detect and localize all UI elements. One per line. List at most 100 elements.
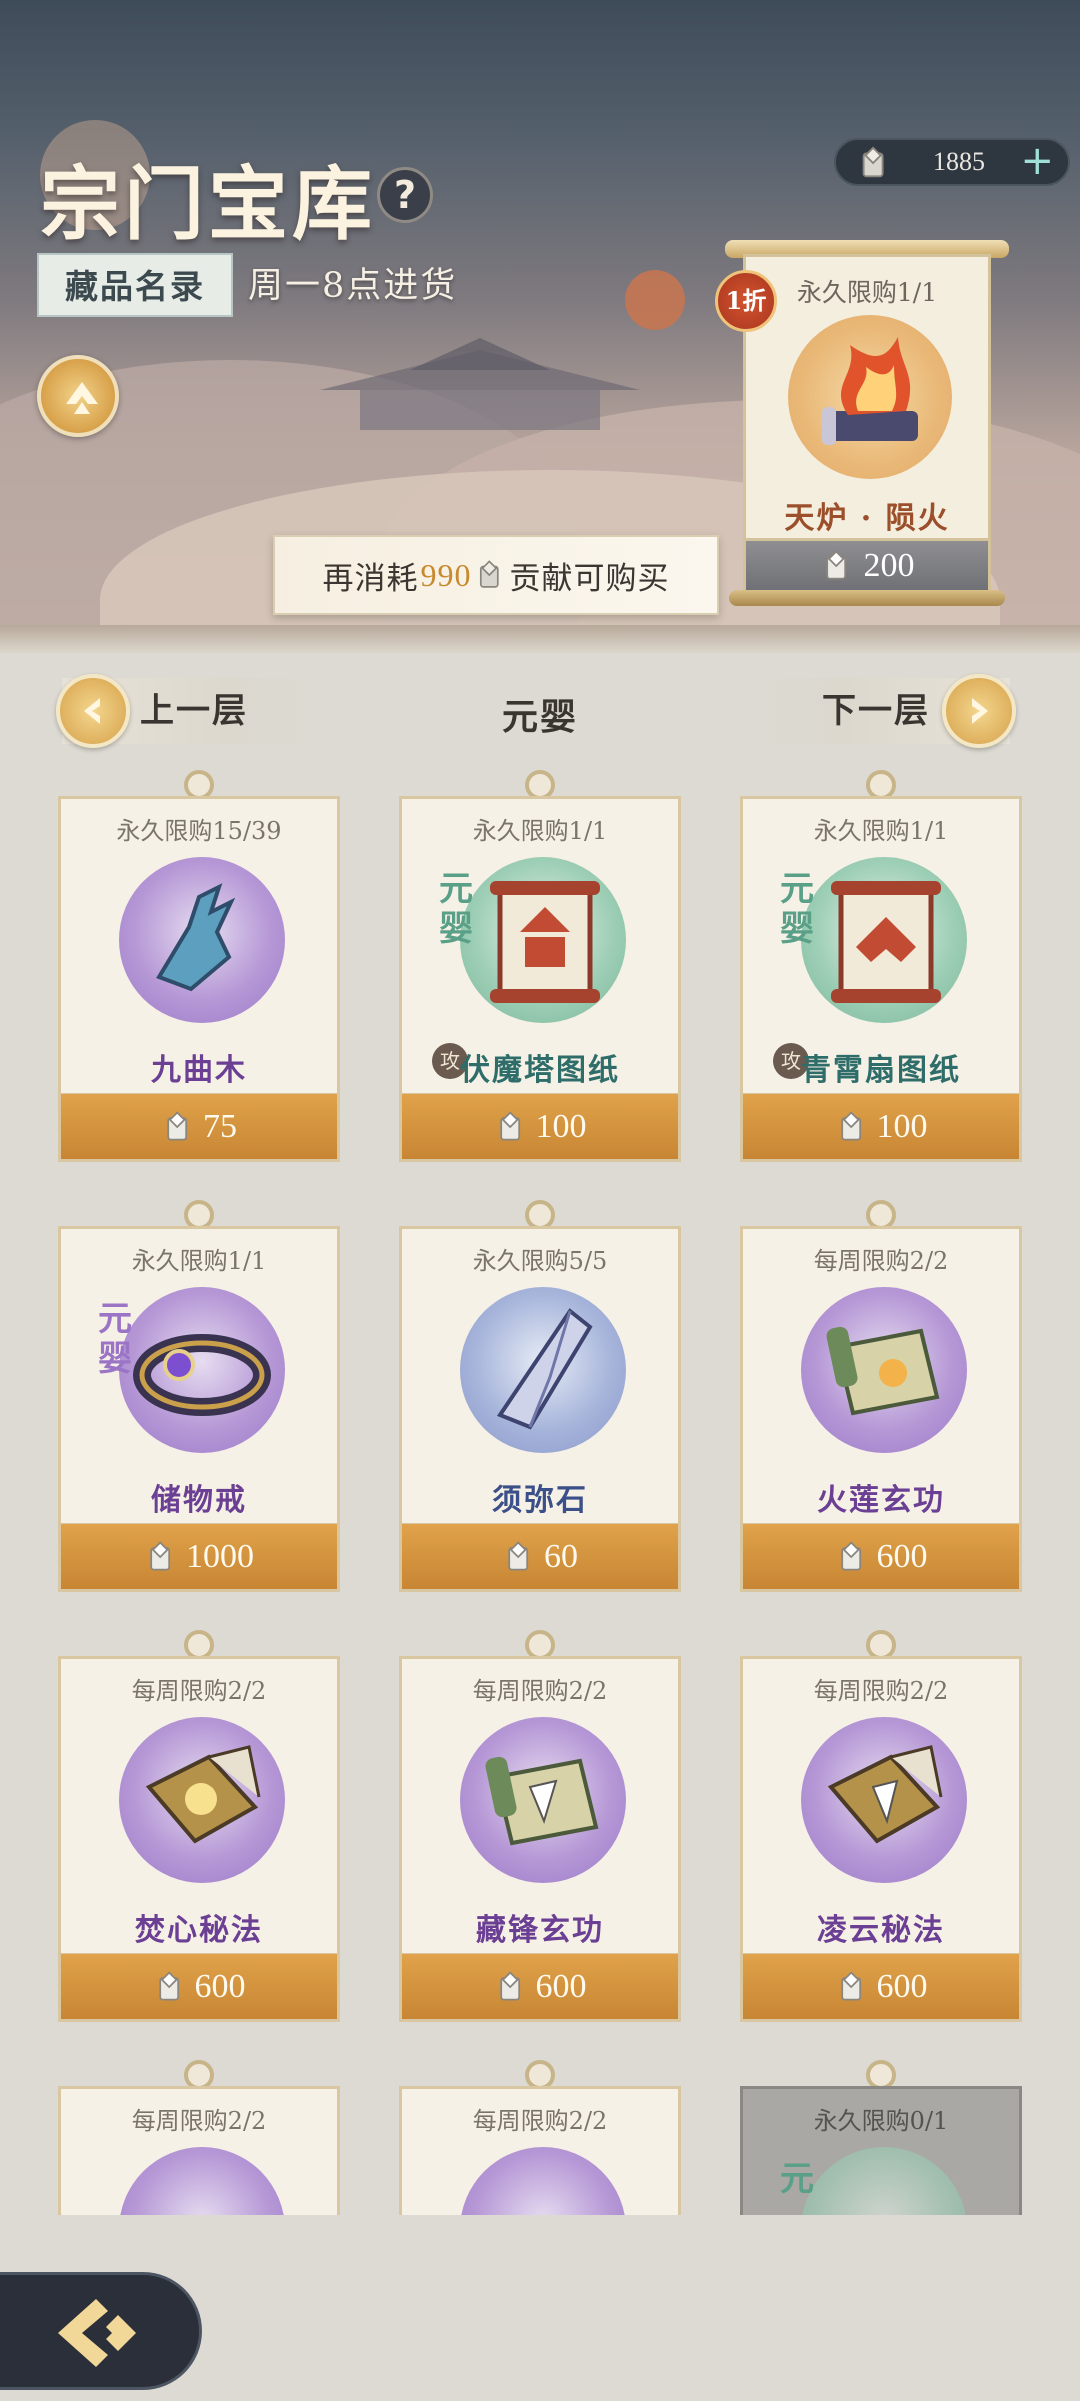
shop-item-card[interactable]: 永久限购1/1 元婴 储物戒 1000 — [58, 1190, 340, 1610]
prev-arrow-button[interactable] — [56, 674, 130, 748]
catalog-tab[interactable]: 藏品名录 — [37, 253, 233, 317]
item-image — [119, 1287, 285, 1453]
shop-item-card[interactable]: 永久限购1/1 元婴 攻 青霄扇图纸 100 — [740, 760, 1022, 1180]
contribution-token-icon — [840, 1540, 861, 1570]
secret-book-icon — [827, 1745, 943, 1844]
item-image — [460, 857, 626, 1023]
shop-item-card[interactable]: 每周限购2/2 火莲玄功 600 — [740, 1190, 1022, 1610]
realm-tag: 元婴 — [98, 1299, 132, 1379]
card-body: 每周限购2/2 凌云秘法 — [740, 1656, 1022, 1956]
item-name: 须弥石 — [492, 1483, 588, 1518]
price-value: 600 — [194, 1967, 246, 2005]
price-band[interactable]: 600 — [58, 1954, 340, 2022]
featured-name: 天炉 · 陨火 — [784, 501, 950, 536]
item-image — [801, 1287, 967, 1453]
price-band[interactable]: 75 — [58, 1094, 340, 1162]
restock-info: 周一8点进货 — [248, 266, 458, 306]
item-image — [119, 2147, 285, 2215]
item-name: 储物戒 — [151, 1483, 247, 1518]
help-icon[interactable]: ? — [377, 167, 433, 223]
shop-item-card[interactable]: 永久限购15/39 九曲木 75 — [58, 760, 340, 1180]
price-value: 1000 — [186, 1537, 254, 1575]
item-image — [119, 857, 285, 1023]
currency-display: 1885 + — [834, 138, 1070, 186]
crystal-stone-icon — [496, 1308, 593, 1430]
purchase-limit: 每周限购2/2 — [472, 2107, 608, 2135]
item-name: 藏锋玄功 — [476, 1913, 604, 1948]
card-body: 每周限购2/2 藏锋玄功 — [399, 1656, 681, 1956]
contribution-token-icon — [840, 1110, 861, 1140]
featured-limit: 永久限购1/1 — [796, 278, 938, 307]
pavilion-silhouette — [320, 338, 640, 430]
blueprint-scroll-icon — [831, 881, 941, 1003]
item-name: 伏魔塔图纸 — [460, 1053, 620, 1088]
price-value: 600 — [876, 1537, 928, 1575]
contribution-token-icon — [862, 146, 884, 178]
card-body: 永久限购1/1 元婴 攻 伏魔塔图纸 — [399, 796, 681, 1096]
wood-branch-icon — [156, 883, 236, 992]
shop-item-card[interactable]: 永久限购1/1 元婴 攻 伏魔塔图纸 100 — [399, 760, 681, 1180]
price-band[interactable]: 1000 — [58, 1524, 340, 1592]
realm-tag: 元婴 — [439, 869, 473, 949]
prev-floor-button[interactable]: 上一层 — [56, 674, 332, 748]
header-banner: 宗门宝库 ? 藏品名录 周一8点进货 1885 + 再消耗 990 贡献可购买 … — [0, 0, 1080, 625]
contribution-token-icon — [499, 1970, 520, 2000]
consume-suffix: 贡献可购买 — [509, 560, 670, 597]
shop-item-card[interactable]: 永久限购5/5 须弥石 60 — [399, 1190, 681, 1610]
chevron-right-icon — [972, 698, 988, 724]
shop-item-card-soldout[interactable]: 永久限购0/1 元 — [740, 2050, 1022, 2215]
price-band[interactable]: 600 — [399, 1954, 681, 2022]
expand-button[interactable] — [37, 355, 119, 437]
contribution-token-icon — [479, 560, 499, 588]
purchase-limit: 永久限购15/39 — [116, 817, 282, 845]
price-value: 100 — [535, 1107, 587, 1145]
back-button[interactable] — [0, 2272, 202, 2390]
item-image — [460, 2147, 626, 2215]
price-band[interactable]: 60 — [399, 1524, 681, 1592]
currency-value: 1885 — [933, 147, 985, 176]
discount-badge: 1折 — [715, 270, 777, 332]
contribution-token-icon — [840, 1970, 861, 2000]
secret-book-icon — [145, 1745, 261, 1844]
price-value: 60 — [544, 1537, 578, 1575]
featured-price[interactable]: 200 — [743, 538, 991, 594]
add-currency-button[interactable]: + — [1020, 140, 1054, 182]
item-image — [801, 857, 967, 1023]
shop-item-card[interactable]: 每周限购2/2 — [58, 2050, 340, 2215]
realm-tag: 元婴 — [780, 869, 814, 949]
card-body: 每周限购2/2 — [58, 2086, 340, 2215]
purchase-limit: 永久限购1/1 — [813, 817, 949, 845]
contribution-token-icon — [508, 1540, 529, 1570]
technique-scroll-icon — [826, 1326, 940, 1416]
blueprint-scroll-icon — [490, 881, 600, 1003]
purchase-limit: 每周限购2/2 — [813, 1247, 949, 1275]
price-band[interactable]: 100 — [740, 1094, 1022, 1162]
next-arrow-button[interactable] — [942, 674, 1016, 748]
price-value: 100 — [876, 1107, 928, 1145]
purchase-limit: 每周限购2/2 — [131, 2107, 267, 2135]
featured-panel: 永久限购1/1 天炉 · 陨火 — [743, 254, 991, 544]
shop-item-card[interactable]: 每周限购2/2 凌云秘法 600 — [740, 1620, 1022, 2040]
back-arrow-icon — [58, 2299, 136, 2367]
purchase-limit: 每周限购2/2 — [131, 1677, 267, 1705]
price-band[interactable]: 600 — [740, 1524, 1022, 1592]
card-body: 永久限购1/1 元婴 攻 青霄扇图纸 — [740, 796, 1022, 1096]
price-band[interactable]: 600 — [740, 1954, 1022, 2022]
purchase-limit: 永久限购1/1 — [131, 1247, 267, 1275]
price-band[interactable]: 100 — [399, 1094, 681, 1162]
card-body: 永久限购0/1 元 — [740, 2086, 1022, 2215]
consume-requirement-banner: 再消耗 990 贡献可购买 — [273, 535, 719, 615]
shop-item-card[interactable]: 每周限购2/2 焚心秘法 600 — [58, 1620, 340, 2040]
header-divider — [0, 625, 1080, 653]
realm-tag: 元 — [780, 2159, 814, 2199]
shop-item-card[interactable]: 每周限购2/2 — [399, 2050, 681, 2215]
next-floor-button[interactable]: 下一层 — [740, 674, 1016, 748]
shop-item-card[interactable]: 每周限购2/2 藏锋玄功 600 — [399, 1620, 681, 2040]
consume-amount: 990 — [420, 556, 472, 593]
item-image — [801, 1717, 967, 1883]
contribution-token-icon — [158, 1970, 179, 2000]
item-name: 焚心秘法 — [135, 1913, 263, 1948]
featured-item-image — [788, 315, 952, 479]
purchase-limit: 每周限购2/2 — [813, 1677, 949, 1705]
next-floor-label: 下一层 — [822, 691, 930, 731]
